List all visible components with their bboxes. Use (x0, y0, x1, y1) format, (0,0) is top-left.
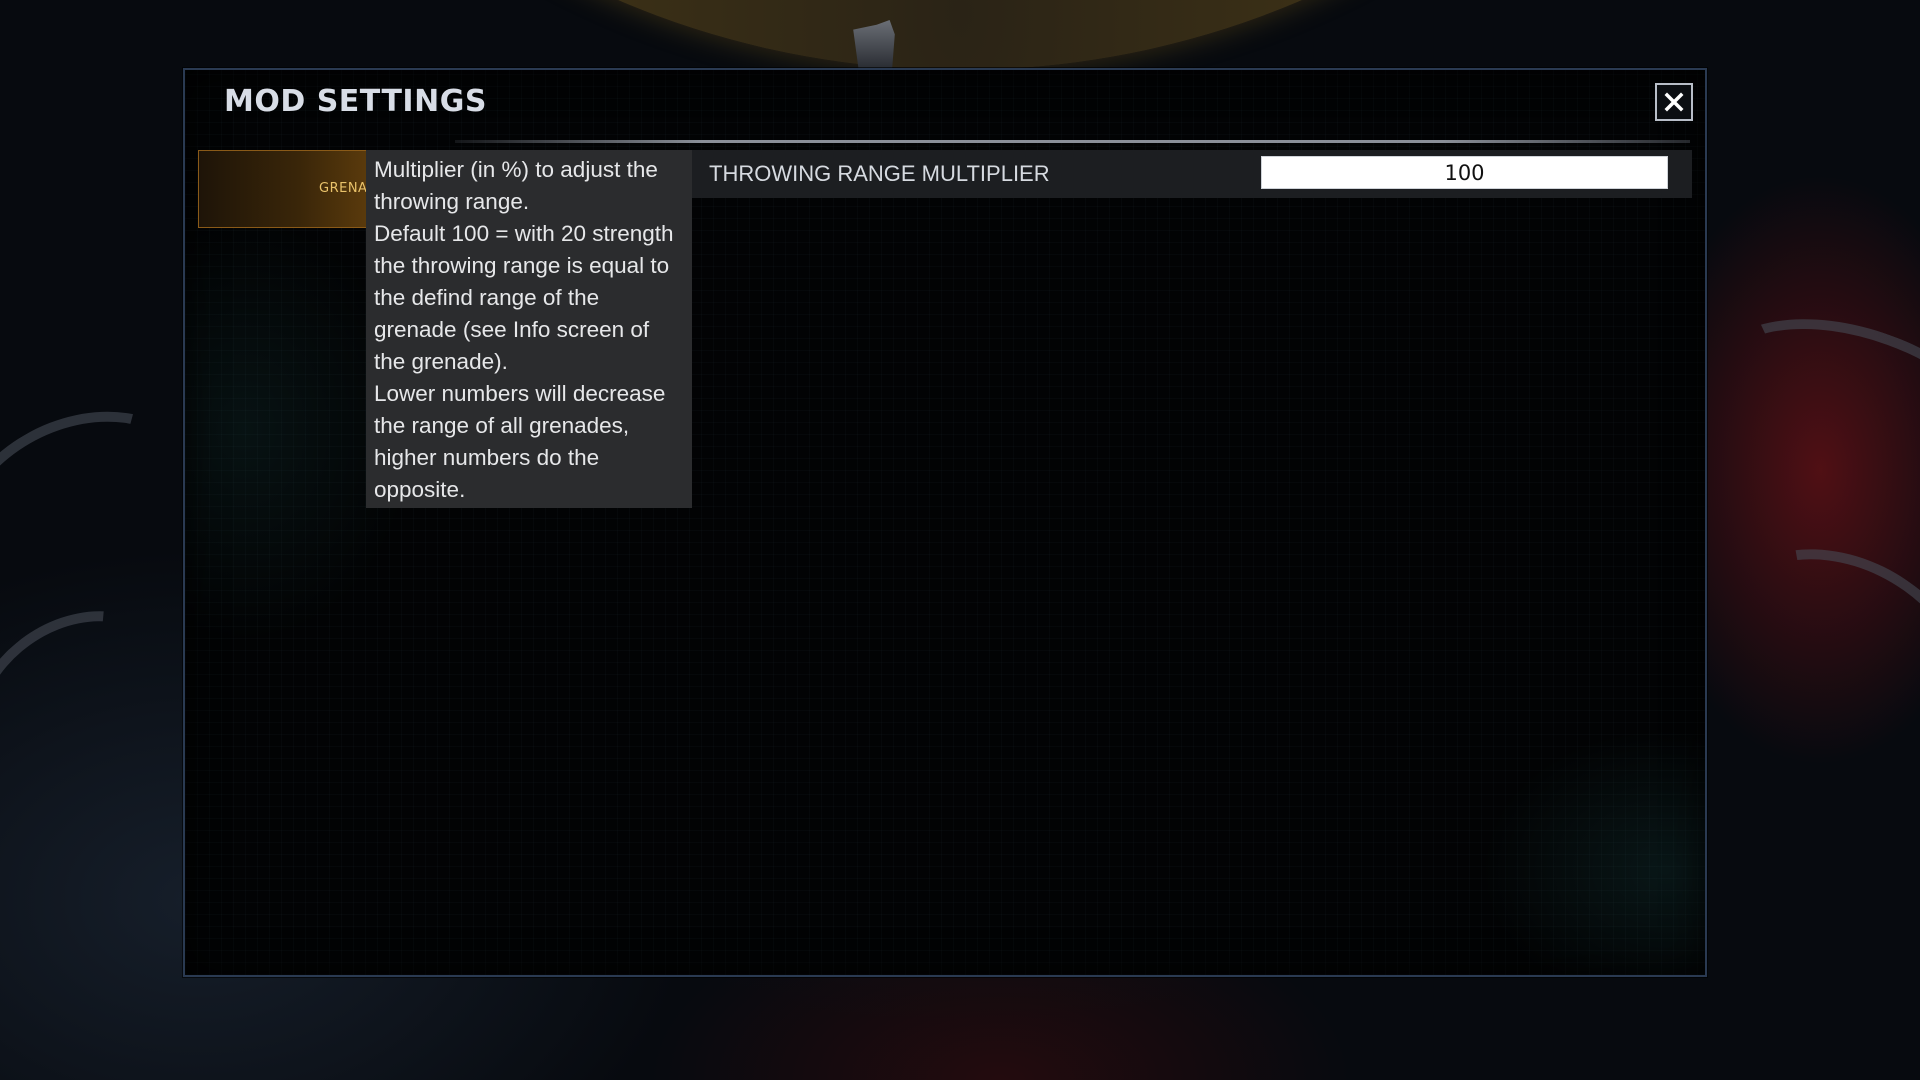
tooltip-line: throwing range. (374, 189, 530, 214)
tooltip-line: Multiplier (in %) to adjust the (374, 157, 658, 182)
close-icon (1664, 92, 1684, 112)
planet-backdrop (170, 0, 1750, 70)
close-button[interactable] (1655, 83, 1693, 121)
tooltip-line: higher numbers do the (374, 445, 600, 470)
mod-settings-dialog: MOD SETTINGS GRENA Multiplier (in %) to … (183, 68, 1707, 977)
throwing-range-multiplier-input[interactable] (1261, 156, 1668, 189)
setting-tooltip: Multiplier (in %) to adjust the throwing… (366, 150, 692, 508)
category-tab-label: GRENA (319, 181, 368, 196)
tooltip-line: the grenade). (374, 349, 508, 374)
setting-label: THROWING RANGE MULTIPLIER (709, 161, 1050, 186)
tentacle-decoration (1678, 280, 1920, 560)
tooltip-line: the range of all grenades, (374, 413, 630, 438)
setting-row-throwing-range: THROWING RANGE MULTIPLIER (692, 150, 1692, 198)
dialog-title: MOD SETTINGS (224, 84, 487, 119)
title-divider (455, 140, 1690, 143)
tooltip-line: Lower numbers will decrease (374, 381, 666, 406)
tooltip-line: the throwing range is equal to (374, 253, 670, 278)
tooltip-line: opposite. (374, 477, 466, 502)
category-tab-grenades[interactable]: GRENA (198, 150, 368, 228)
tooltip-line: Default 100 = with 20 strength (374, 221, 674, 246)
game-background: MOD SETTINGS GRENA Multiplier (in %) to … (0, 0, 1920, 1080)
tooltip-line: the defind range of the (374, 285, 600, 310)
tooltip-line: grenade (see Info screen of (374, 317, 650, 342)
